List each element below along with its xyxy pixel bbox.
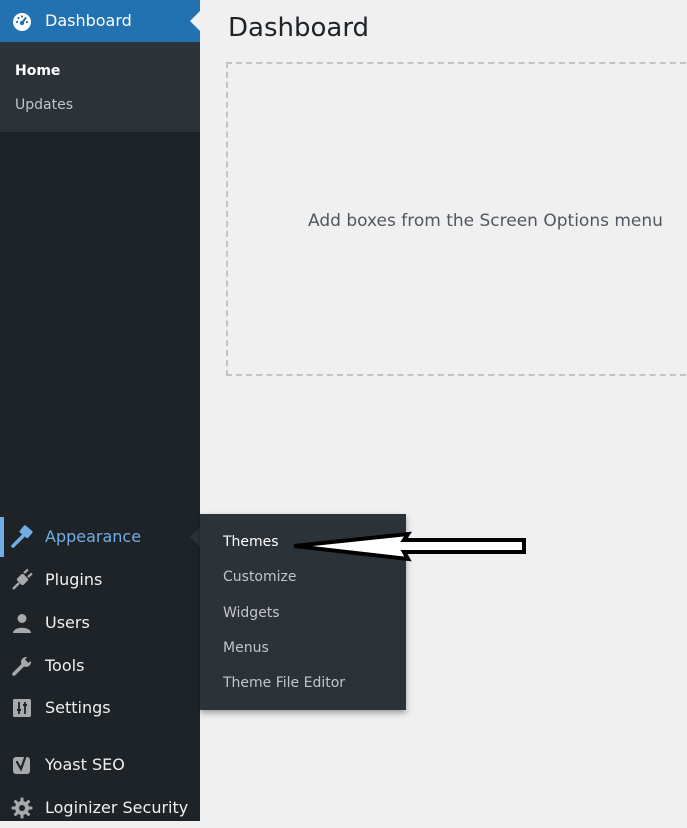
sidebar-item-label: Plugins [45, 570, 103, 589]
flyout-item-customize[interactable]: Customize [223, 568, 297, 586]
sidebar-item-loginizer-security[interactable]: Loginizer Security [0, 788, 200, 828]
dashboard-gauge-icon [13, 13, 31, 31]
empty-dashboard-message: Add boxes from the Screen Options menu [308, 211, 663, 231]
sidebar-item-yoast-seo[interactable]: Yoast SEO [0, 745, 200, 785]
flyout-item-themes[interactable]: Themes [223, 533, 279, 551]
sidebar-item-users[interactable]: Users [0, 603, 200, 643]
sidebar-item-dashboard[interactable]: Dashboard [0, 0, 200, 42]
sidebar-item-settings[interactable]: Settings [0, 688, 200, 728]
current-page-pointer [190, 11, 200, 31]
sidebar-item-label: Settings [45, 698, 111, 717]
sidebar-item-label: Yoast SEO [45, 755, 125, 774]
gear-icon [11, 797, 33, 819]
active-indicator [0, 517, 4, 557]
user-icon [13, 614, 31, 633]
submenu-item-home[interactable]: Home [15, 62, 60, 80]
dashboard-submenu: Home Updates [0, 42, 200, 132]
annotation-arrow-icon [293, 531, 526, 562]
sidebar-item-label: Appearance [45, 527, 142, 546]
yoast-icon [13, 753, 30, 774]
page-title: Dashboard [228, 13, 370, 43]
sidebar-item-label: Tools [45, 656, 85, 675]
sidebar-item-plugins[interactable]: Plugins [0, 560, 200, 600]
sidebar-item-label: Loginizer Security [45, 798, 189, 817]
wrench-icon [12, 655, 33, 676]
flyout-pointer [190, 527, 200, 547]
submenu-item-updates[interactable]: Updates [15, 96, 73, 114]
sidebar-item-label: Users [45, 613, 90, 632]
admin-sidebar: Dashboard Home Updates Appearance Plugin… [0, 0, 200, 821]
flyout-item-theme-file-editor[interactable]: Theme File Editor [223, 674, 345, 692]
flyout-item-menus[interactable]: Menus [223, 639, 269, 657]
sidebar-item-label: Dashboard [45, 11, 132, 30]
sidebar-item-appearance[interactable]: Appearance [0, 517, 200, 557]
paintbrush-icon [11, 525, 33, 548]
flyout-item-widgets[interactable]: Widgets [223, 604, 280, 622]
settings-sliders-icon [13, 699, 31, 717]
sidebar-item-tools[interactable]: Tools [0, 646, 200, 686]
plug-icon [12, 568, 33, 590]
empty-dashboard-dropzone: Add boxes from the Screen Options menu [226, 62, 687, 376]
